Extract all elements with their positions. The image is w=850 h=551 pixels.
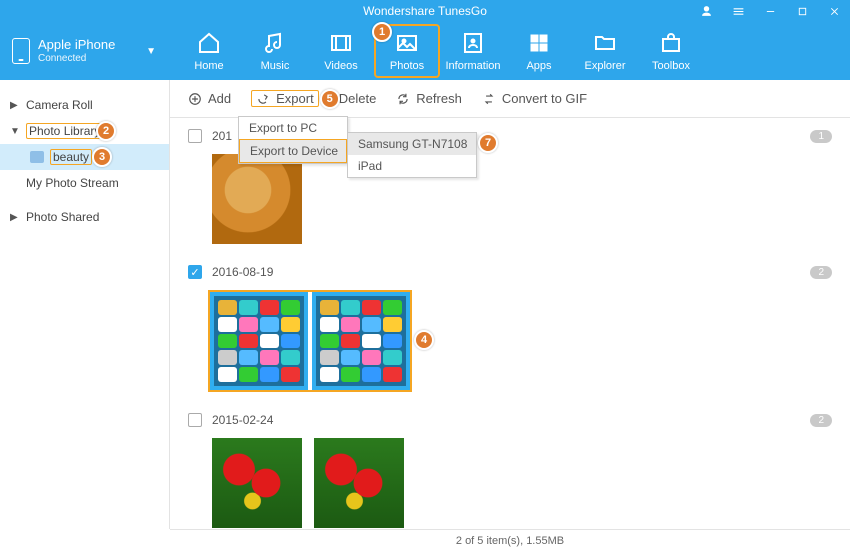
status-text: 2 of 5 item(s), 1.55MB — [456, 535, 564, 547]
hint-badge-1: 1 — [372, 22, 392, 42]
photo-group: ✓ 2016-08-19 2 — [188, 260, 832, 402]
device-option-samsung[interactable]: Samsung GT-N7108 7 — [348, 133, 476, 155]
nav-information[interactable]: Information — [440, 24, 506, 78]
app-title: Wondershare TunesGo — [363, 4, 487, 18]
apps-icon — [526, 30, 552, 56]
sidebar-item-label: Photo Shared — [26, 210, 99, 224]
hint-badge-4: 4 — [414, 330, 434, 350]
content-area: Add Export 5 Delete Refresh Convert to G… — [170, 80, 850, 529]
photo-icon — [394, 30, 420, 56]
group-checkbox[interactable] — [188, 129, 202, 143]
device-option-ipad[interactable]: iPad — [348, 155, 476, 177]
album-icon — [30, 151, 44, 163]
sidebar-item-photo-shared[interactable]: ▶ Photo Shared — [0, 204, 169, 230]
hint-badge-5: 5 — [320, 89, 340, 109]
group-count: 2 — [810, 266, 832, 279]
music-icon — [262, 30, 288, 56]
action-bar: Add Export 5 Delete Refresh Convert to G… — [170, 80, 850, 118]
home-icon — [196, 30, 222, 56]
export-button[interactable]: Export 5 — [251, 90, 319, 107]
video-icon — [328, 30, 354, 56]
sidebar-item-photo-stream[interactable]: My Photo Stream — [0, 170, 169, 196]
photo-thumb[interactable] — [314, 438, 404, 528]
account-icon[interactable] — [690, 0, 722, 22]
sidebar-item-label: Photo Library — [26, 123, 103, 139]
chevron-down-icon: ▼ — [146, 46, 156, 57]
photo-thumb[interactable] — [316, 296, 406, 386]
convert-gif-button[interactable]: Convert to GIF — [482, 91, 587, 106]
sidebar-item-label: My Photo Stream — [26, 176, 119, 190]
sidebar-item-beauty[interactable]: beauty 3 — [0, 144, 169, 170]
nav-apps[interactable]: Apps — [506, 24, 572, 78]
photo-group: 2015-02-24 2 — [188, 408, 832, 529]
sidebar-item-label: beauty — [50, 149, 92, 165]
nav-home[interactable]: Home — [176, 24, 242, 78]
caret-right-icon: ▶ — [10, 212, 20, 223]
nav-explorer[interactable]: Explorer — [572, 24, 638, 78]
folder-icon — [592, 30, 618, 56]
toolbox-icon — [658, 30, 684, 56]
photo-thumb[interactable] — [214, 296, 304, 386]
refresh-icon — [396, 92, 410, 106]
hint-badge-3: 3 — [92, 147, 112, 167]
nav-toolbox[interactable]: Toolbox — [638, 24, 704, 78]
export-icon — [256, 92, 270, 106]
plus-icon — [188, 92, 202, 106]
export-menu: Export to PC Export to Device 6 — [238, 116, 348, 164]
phone-icon — [12, 38, 30, 64]
device-name: Apple iPhone — [38, 37, 115, 53]
export-to-device[interactable]: Export to Device 6 — [239, 139, 347, 163]
nav-videos[interactable]: Videos — [308, 24, 374, 78]
add-button[interactable]: Add — [188, 91, 231, 106]
device-status: Connected — [38, 53, 115, 65]
caret-right-icon: ▶ — [10, 100, 20, 111]
close-button[interactable] — [818, 0, 850, 22]
photo-thumb[interactable] — [212, 154, 302, 244]
group-count: 1 — [810, 130, 832, 143]
delete-button[interactable]: Delete — [339, 91, 377, 106]
group-date: 2015-02-24 — [212, 413, 273, 427]
nav-music[interactable]: Music — [242, 24, 308, 78]
device-selector[interactable]: Apple iPhone Connected ▼ — [6, 37, 166, 65]
hint-badge-7: 7 — [478, 133, 498, 153]
menu-icon[interactable] — [722, 0, 754, 22]
export-to-pc[interactable]: Export to PC — [239, 117, 347, 139]
device-submenu: Samsung GT-N7108 7 iPad — [347, 132, 477, 178]
contacts-icon — [460, 30, 486, 56]
hint-badge-2: 2 — [96, 121, 116, 141]
convert-icon — [482, 92, 496, 106]
sidebar: ▶ Camera Roll ▼ Photo Library 2 beauty 3… — [0, 80, 170, 529]
status-bar: 2 of 5 item(s), 1.55MB — [170, 529, 850, 551]
sidebar-item-label: Camera Roll — [26, 98, 93, 112]
refresh-button[interactable]: Refresh — [396, 91, 462, 106]
photo-scroll[interactable]: 201 1 ✓ 2016-08-19 2 — [170, 118, 850, 529]
title-bar: Wondershare TunesGo — [0, 0, 850, 22]
photo-thumb[interactable] — [212, 438, 302, 528]
group-checkbox[interactable]: ✓ — [188, 265, 202, 279]
maximize-button[interactable] — [786, 0, 818, 22]
selection-box: 4 — [208, 290, 412, 392]
group-count: 2 — [810, 414, 832, 427]
main-toolbar: Apple iPhone Connected ▼ Home Music Vide… — [0, 22, 850, 80]
minimize-button[interactable] — [754, 0, 786, 22]
group-date: 201 — [212, 129, 232, 143]
group-date: 2016-08-19 — [212, 265, 273, 279]
sidebar-item-photo-library[interactable]: ▼ Photo Library 2 — [0, 118, 169, 144]
group-checkbox[interactable] — [188, 413, 202, 427]
sidebar-item-camera-roll[interactable]: ▶ Camera Roll — [0, 92, 169, 118]
caret-down-icon: ▼ — [10, 126, 20, 137]
nav-photos[interactable]: Photos 1 — [374, 24, 440, 78]
